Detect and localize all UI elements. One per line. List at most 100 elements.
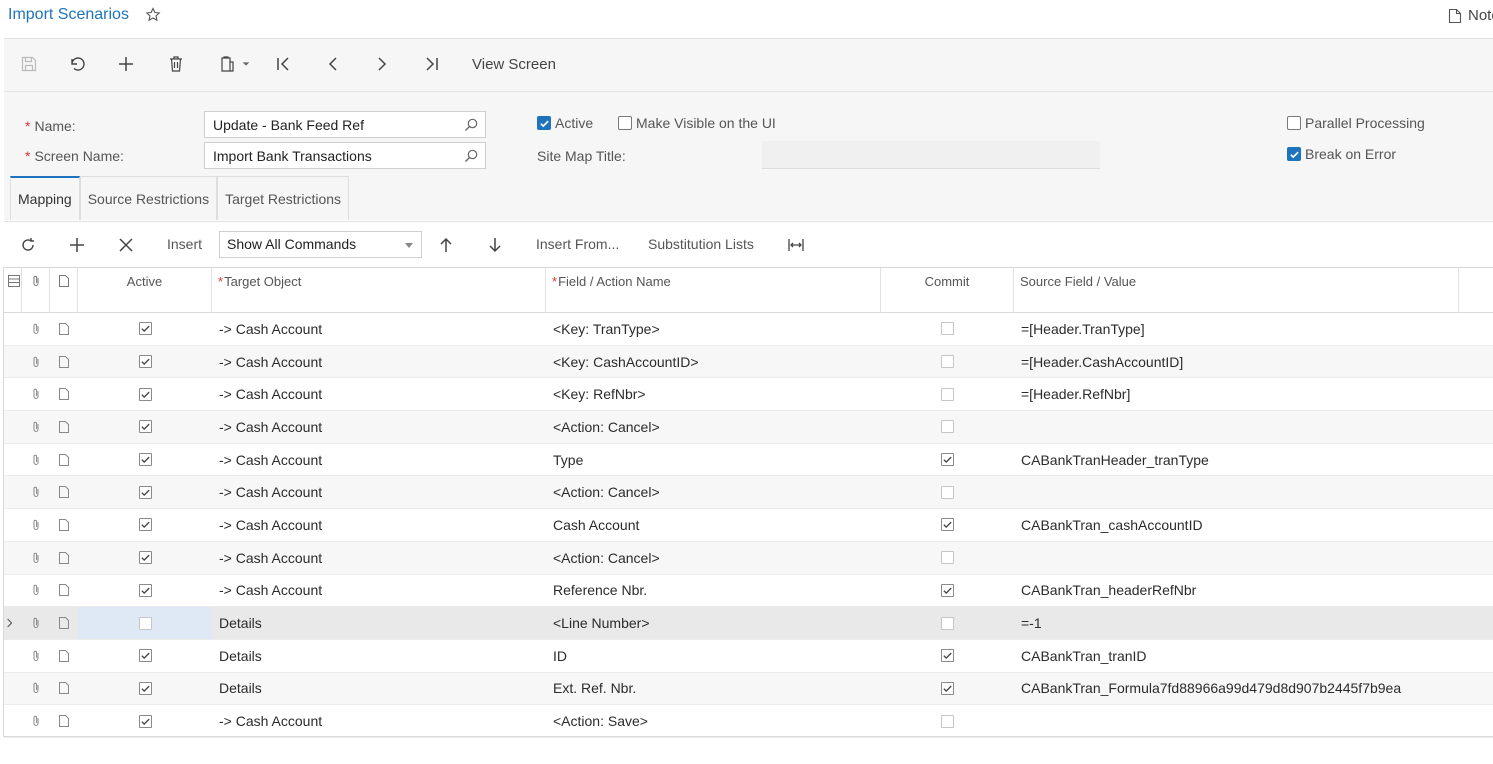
notes-link[interactable]: Notes (1448, 7, 1493, 24)
commit-cell[interactable] (881, 509, 1014, 541)
attachment-icon[interactable] (22, 346, 50, 378)
attachment-icon[interactable] (22, 313, 50, 345)
active-cell[interactable] (78, 542, 212, 574)
table-row[interactable]: -> Cash Account <Key: CashAccountID> =[Hea… (4, 345, 1493, 379)
table-row[interactable]: -> Cash Account <Action: Cancel> (4, 411, 1493, 444)
undo-icon[interactable] (66, 53, 88, 75)
table-row[interactable]: -> Cash Account <Action: Save> (4, 705, 1493, 738)
fit-columns-icon[interactable] (785, 234, 807, 256)
checkbox-checked-icon[interactable] (941, 453, 954, 467)
table-row[interactable]: -> Cash Account <Key: RefNbr> =[Header.Ref… (4, 378, 1493, 412)
checkbox-checked-icon[interactable] (138, 453, 152, 467)
source-field-cell[interactable]: CABankTranHeader_tranType (1021, 444, 1491, 476)
checkbox-unchecked-icon[interactable] (941, 420, 954, 434)
checkbox-checked-icon[interactable] (138, 649, 152, 663)
checkbox-checked-icon[interactable] (537, 116, 551, 130)
commands-dropdown[interactable]: Show All Commands (219, 231, 422, 258)
source-field-cell[interactable]: CABankTran_headerRefNbr (1021, 575, 1491, 607)
field-action-cell[interactable]: <Action: Cancel> (553, 542, 881, 574)
note-icon[interactable] (50, 476, 78, 508)
note-icon[interactable] (50, 411, 78, 443)
checkbox-unchecked-icon[interactable] (1287, 116, 1301, 130)
field-action-cell[interactable]: Reference Nbr. (553, 575, 881, 607)
active-cell[interactable] (78, 476, 212, 508)
field-action-cell[interactable]: Cash Account (553, 509, 881, 541)
table-row[interactable]: -> Cash Account Reference Nbr. CABankTran_… (4, 575, 1493, 608)
field-action-cell[interactable]: ID (553, 640, 881, 672)
commit-cell[interactable] (881, 444, 1014, 476)
checkbox-checked-icon[interactable] (138, 551, 152, 565)
clipboard-dropdown-icon[interactable] (240, 53, 252, 75)
note-icon[interactable] (50, 705, 78, 737)
source-field-cell[interactable] (1021, 411, 1491, 443)
attachment-icon[interactable] (22, 575, 50, 607)
commit-cell[interactable] (881, 476, 1014, 508)
attachment-icon[interactable] (22, 476, 50, 508)
header-field-action[interactable]: *Field / Action Name (546, 268, 881, 313)
active-cell[interactable] (78, 346, 212, 378)
source-field-cell[interactable] (1021, 476, 1491, 508)
search-icon[interactable] (463, 148, 479, 164)
save-icon[interactable] (18, 53, 40, 75)
target-object-cell[interactable]: -> Cash Account (219, 705, 546, 737)
table-row[interactable]: Details ID CABankTran_tranID (4, 640, 1493, 673)
header-source-field[interactable]: Source Field / Value (1014, 268, 1459, 313)
source-field-cell[interactable]: =[Header.RefNbr] (1021, 378, 1491, 410)
source-field-cell[interactable]: CABankTran_cashAccountID (1021, 509, 1491, 541)
attachment-icon[interactable] (22, 542, 50, 574)
source-field-cell[interactable]: =[Header.TranType] (1021, 313, 1491, 345)
table-row[interactable]: Details <Line Number> =-1 (4, 607, 1493, 640)
checkbox-checked-icon[interactable] (941, 681, 954, 695)
table-row[interactable]: -> Cash Account Type CABankTranHeader_tran… (4, 444, 1493, 477)
tab-mapping[interactable]: Mapping (10, 176, 80, 220)
commit-cell[interactable] (881, 705, 1014, 737)
checkbox-unchecked-icon[interactable] (941, 714, 954, 728)
source-field-cell[interactable] (1021, 705, 1491, 737)
attachment-icon[interactable] (22, 705, 50, 737)
attachment-icon[interactable] (22, 509, 50, 541)
source-field-cell[interactable]: =[Header.CashAccountID] (1021, 346, 1491, 378)
active-cell[interactable] (78, 411, 212, 443)
checkbox-checked-icon[interactable] (138, 322, 152, 336)
active-cell[interactable] (78, 378, 212, 410)
active-cell[interactable] (78, 444, 212, 476)
checkbox-checked-icon[interactable] (138, 583, 152, 597)
source-field-cell[interactable]: =-1 (1021, 607, 1491, 639)
note-icon[interactable] (50, 542, 78, 574)
active-cell[interactable] (78, 673, 212, 705)
delete-icon[interactable] (165, 53, 187, 75)
commit-cell[interactable] (881, 378, 1014, 410)
field-action-cell[interactable]: <Key: CashAccountID> (553, 346, 881, 378)
header-commit[interactable]: Commit (881, 268, 1014, 313)
checkbox-checked-icon[interactable] (138, 714, 152, 728)
note-icon[interactable] (50, 378, 78, 410)
checkbox-unchecked-icon[interactable] (941, 616, 954, 630)
note-icon[interactable] (50, 346, 78, 378)
active-cell[interactable] (78, 607, 212, 639)
screen-name-field[interactable]: Import Bank Transactions (204, 142, 486, 169)
note-icon[interactable] (50, 673, 78, 705)
target-object-cell[interactable]: -> Cash Account (219, 346, 546, 378)
target-object-cell[interactable]: -> Cash Account (219, 411, 546, 443)
break-on-error-checkbox[interactable]: Break on Error (1287, 146, 1396, 162)
checkbox-checked-icon[interactable] (1287, 147, 1301, 161)
field-action-cell[interactable]: <Action: Cancel> (553, 411, 881, 443)
commit-cell[interactable] (881, 313, 1014, 345)
attachment-icon[interactable] (22, 411, 50, 443)
field-action-cell[interactable]: Ext. Ref. Nbr. (553, 673, 881, 705)
table-row[interactable]: Details Ext. Ref. Nbr. CABankTran_Formula7… (4, 672, 1493, 706)
target-object-cell[interactable]: -> Cash Account (219, 313, 546, 345)
field-action-cell[interactable]: <Line Number> (553, 607, 881, 639)
commit-cell[interactable] (881, 575, 1014, 607)
checkbox-unchecked-icon[interactable] (941, 355, 954, 369)
commit-cell[interactable] (881, 607, 1014, 639)
commit-cell[interactable] (881, 542, 1014, 574)
checkbox-checked-icon[interactable] (138, 681, 152, 695)
move-up-icon[interactable] (435, 234, 457, 256)
next-record-icon[interactable] (371, 53, 393, 75)
target-object-cell[interactable]: Details (219, 640, 546, 672)
last-record-icon[interactable] (421, 53, 443, 75)
add-row-icon[interactable] (66, 234, 88, 256)
target-object-cell[interactable]: Details (219, 673, 546, 705)
parallel-processing-checkbox[interactable]: Parallel Processing (1287, 115, 1425, 131)
